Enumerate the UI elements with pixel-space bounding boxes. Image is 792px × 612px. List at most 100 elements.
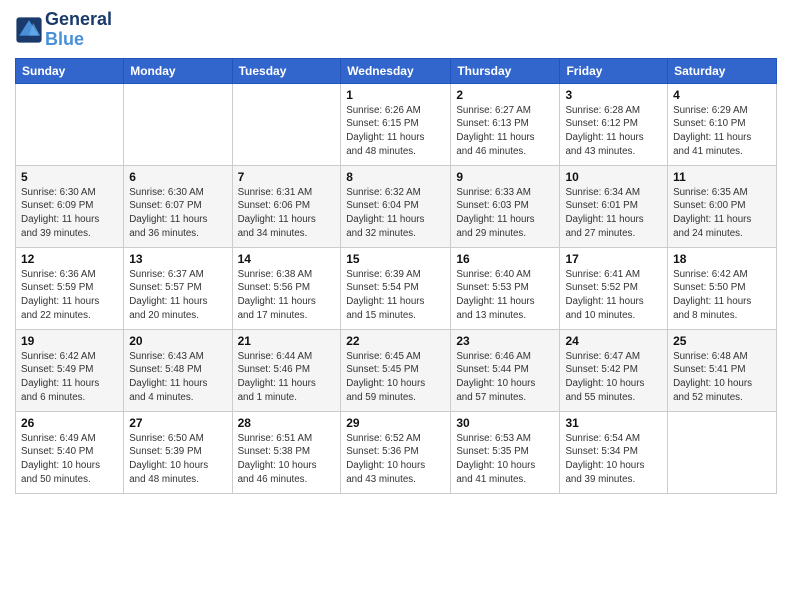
calendar-cell: 31 Sunrise: 6:54 AM Sunset: 5:34 PM Dayli… xyxy=(560,411,668,493)
calendar-cell: 17 Sunrise: 6:41 AM Sunset: 5:52 PM Dayli… xyxy=(560,247,668,329)
calendar-cell xyxy=(668,411,777,493)
day-info: Sunrise: 6:39 AM Sunset: 5:54 PM Dayligh… xyxy=(346,268,445,323)
calendar-cell: 20 Sunrise: 6:43 AM Sunset: 5:48 PM Dayli… xyxy=(124,329,232,411)
day-info: Sunrise: 6:34 AM Sunset: 6:01 PM Dayligh… xyxy=(565,186,662,241)
day-info: Sunrise: 6:30 AM Sunset: 6:07 PM Dayligh… xyxy=(129,186,226,241)
day-info: Sunrise: 6:42 AM Sunset: 5:50 PM Dayligh… xyxy=(673,268,771,323)
day-info: Sunrise: 6:44 AM Sunset: 5:46 PM Dayligh… xyxy=(238,350,336,405)
calendar-cell: 30Sunrise: 6:53 AM Sunset: 5:35 PM Dayli… xyxy=(451,411,560,493)
calendar-cell xyxy=(124,83,232,165)
day-info: Sunrise: 6:52 AM Sunset: 5:36 PM Dayligh… xyxy=(346,432,445,487)
day-number: 23 xyxy=(456,334,554,348)
day-number: 20 xyxy=(129,334,226,348)
calendar-cell xyxy=(16,83,124,165)
calendar-cell xyxy=(232,83,341,165)
day-number: 11 xyxy=(673,170,771,184)
day-info: Sunrise: 6:29 AM Sunset: 6:10 PM Dayligh… xyxy=(673,104,771,159)
calendar-cell: 29Sunrise: 6:52 AM Sunset: 5:36 PM Dayli… xyxy=(341,411,451,493)
calendar-cell: 19 Sunrise: 6:42 AM Sunset: 5:49 PM Dayli… xyxy=(16,329,124,411)
day-number: 30 xyxy=(456,416,554,430)
calendar-cell: 5 Sunrise: 6:30 AM Sunset: 6:09 PM Daylig… xyxy=(16,165,124,247)
day-number: 9 xyxy=(456,170,554,184)
calendar-cell: 3 Sunrise: 6:28 AM Sunset: 6:12 PM Daylig… xyxy=(560,83,668,165)
column-header-tuesday: Tuesday xyxy=(232,58,341,83)
calendar-cell: 26 Sunrise: 6:49 AM Sunset: 5:40 PM Dayli… xyxy=(16,411,124,493)
calendar-cell: 12Sunrise: 6:36 AM Sunset: 5:59 PM Dayli… xyxy=(16,247,124,329)
day-info: Sunrise: 6:30 AM Sunset: 6:09 PM Dayligh… xyxy=(21,186,118,241)
day-number: 10 xyxy=(565,170,662,184)
day-info: Sunrise: 6:33 AM Sunset: 6:03 PM Dayligh… xyxy=(456,186,554,241)
day-number: 7 xyxy=(238,170,336,184)
day-info: Sunrise: 6:42 AM Sunset: 5:49 PM Dayligh… xyxy=(21,350,118,405)
column-header-sunday: Sunday xyxy=(16,58,124,83)
calendar-cell: 9 Sunrise: 6:33 AM Sunset: 6:03 PM Daylig… xyxy=(451,165,560,247)
day-info: Sunrise: 6:46 AM Sunset: 5:44 PM Dayligh… xyxy=(456,350,554,405)
calendar-cell: 15Sunrise: 6:39 AM Sunset: 5:54 PM Dayli… xyxy=(341,247,451,329)
day-number: 2 xyxy=(456,88,554,102)
day-info: Sunrise: 6:41 AM Sunset: 5:52 PM Dayligh… xyxy=(565,268,662,323)
calendar-cell: 11 Sunrise: 6:35 AM Sunset: 6:00 PM Dayli… xyxy=(668,165,777,247)
day-number: 16 xyxy=(456,252,554,266)
column-header-wednesday: Wednesday xyxy=(341,58,451,83)
calendar-cell: 10 Sunrise: 6:34 AM Sunset: 6:01 PM Dayli… xyxy=(560,165,668,247)
day-number: 26 xyxy=(21,416,118,430)
calendar-cell: 22 Sunrise: 6:45 AM Sunset: 5:45 PM Dayli… xyxy=(341,329,451,411)
logo-icon xyxy=(15,16,43,44)
day-number: 1 xyxy=(346,88,445,102)
day-info: Sunrise: 6:28 AM Sunset: 6:12 PM Dayligh… xyxy=(565,104,662,159)
calendar-cell: 1 Sunrise: 6:26 AM Sunset: 6:15 PM Daylig… xyxy=(341,83,451,165)
day-info: Sunrise: 6:35 AM Sunset: 6:00 PM Dayligh… xyxy=(673,186,771,241)
column-header-friday: Friday xyxy=(560,58,668,83)
calendar-cell: 4Sunrise: 6:29 AM Sunset: 6:10 PM Daylig… xyxy=(668,83,777,165)
day-info: Sunrise: 6:51 AM Sunset: 5:38 PM Dayligh… xyxy=(238,432,336,487)
day-info: Sunrise: 6:38 AM Sunset: 5:56 PM Dayligh… xyxy=(238,268,336,323)
day-number: 28 xyxy=(238,416,336,430)
calendar-table: SundayMondayTuesdayWednesdayThursdayFrid… xyxy=(15,58,777,494)
day-number: 19 xyxy=(21,334,118,348)
day-info: Sunrise: 6:40 AM Sunset: 5:53 PM Dayligh… xyxy=(456,268,554,323)
day-number: 18 xyxy=(673,252,771,266)
calendar-week-row: 1 Sunrise: 6:26 AM Sunset: 6:15 PM Daylig… xyxy=(16,83,777,165)
day-info: Sunrise: 6:31 AM Sunset: 6:06 PM Dayligh… xyxy=(238,186,336,241)
day-info: Sunrise: 6:27 AM Sunset: 6:13 PM Dayligh… xyxy=(456,104,554,159)
calendar-cell: 14Sunrise: 6:38 AM Sunset: 5:56 PM Dayli… xyxy=(232,247,341,329)
calendar-cell: 7 Sunrise: 6:31 AM Sunset: 6:06 PM Daylig… xyxy=(232,165,341,247)
day-info: Sunrise: 6:37 AM Sunset: 5:57 PM Dayligh… xyxy=(129,268,226,323)
calendar-header-row: SundayMondayTuesdayWednesdayThursdayFrid… xyxy=(16,58,777,83)
day-number: 13 xyxy=(129,252,226,266)
day-info: Sunrise: 6:54 AM Sunset: 5:34 PM Dayligh… xyxy=(565,432,662,487)
day-info: Sunrise: 6:48 AM Sunset: 5:41 PM Dayligh… xyxy=(673,350,771,405)
calendar-week-row: 5 Sunrise: 6:30 AM Sunset: 6:09 PM Daylig… xyxy=(16,165,777,247)
calendar-cell: 27 Sunrise: 6:50 AM Sunset: 5:39 PM Dayli… xyxy=(124,411,232,493)
calendar-cell: 2 Sunrise: 6:27 AM Sunset: 6:13 PM Daylig… xyxy=(451,83,560,165)
day-number: 3 xyxy=(565,88,662,102)
calendar-cell: 16 Sunrise: 6:40 AM Sunset: 5:53 PM Dayli… xyxy=(451,247,560,329)
calendar-cell: 8Sunrise: 6:32 AM Sunset: 6:04 PM Daylig… xyxy=(341,165,451,247)
day-info: Sunrise: 6:26 AM Sunset: 6:15 PM Dayligh… xyxy=(346,104,445,159)
day-info: Sunrise: 6:47 AM Sunset: 5:42 PM Dayligh… xyxy=(565,350,662,405)
column-header-saturday: Saturday xyxy=(668,58,777,83)
calendar-week-row: 19 Sunrise: 6:42 AM Sunset: 5:49 PM Dayli… xyxy=(16,329,777,411)
day-number: 22 xyxy=(346,334,445,348)
calendar-week-row: 12Sunrise: 6:36 AM Sunset: 5:59 PM Dayli… xyxy=(16,247,777,329)
page: General Blue SundayMondayTuesdayWednesda… xyxy=(0,0,792,612)
day-info: Sunrise: 6:45 AM Sunset: 5:45 PM Dayligh… xyxy=(346,350,445,405)
day-number: 27 xyxy=(129,416,226,430)
calendar-cell: 28 Sunrise: 6:51 AM Sunset: 5:38 PM Dayli… xyxy=(232,411,341,493)
day-info: Sunrise: 6:49 AM Sunset: 5:40 PM Dayligh… xyxy=(21,432,118,487)
logo: General Blue xyxy=(15,10,112,50)
calendar-cell: 13 Sunrise: 6:37 AM Sunset: 5:57 PM Dayli… xyxy=(124,247,232,329)
column-header-thursday: Thursday xyxy=(451,58,560,83)
day-number: 5 xyxy=(21,170,118,184)
day-info: Sunrise: 6:43 AM Sunset: 5:48 PM Dayligh… xyxy=(129,350,226,405)
calendar-cell: 18 Sunrise: 6:42 AM Sunset: 5:50 PM Dayli… xyxy=(668,247,777,329)
calendar-week-row: 26 Sunrise: 6:49 AM Sunset: 5:40 PM Dayli… xyxy=(16,411,777,493)
day-number: 17 xyxy=(565,252,662,266)
day-number: 6 xyxy=(129,170,226,184)
calendar-cell: 24Sunrise: 6:47 AM Sunset: 5:42 PM Dayli… xyxy=(560,329,668,411)
day-info: Sunrise: 6:50 AM Sunset: 5:39 PM Dayligh… xyxy=(129,432,226,487)
calendar-cell: 25 Sunrise: 6:48 AM Sunset: 5:41 PM Dayli… xyxy=(668,329,777,411)
day-number: 31 xyxy=(565,416,662,430)
calendar-cell: 21Sunrise: 6:44 AM Sunset: 5:46 PM Dayli… xyxy=(232,329,341,411)
day-number: 25 xyxy=(673,334,771,348)
